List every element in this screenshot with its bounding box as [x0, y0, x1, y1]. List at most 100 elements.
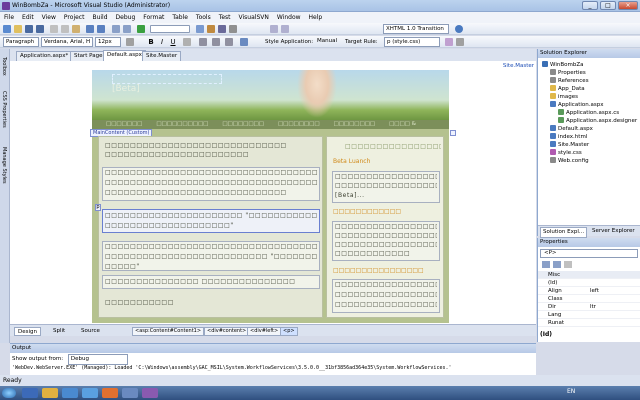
tab-start-page[interactable]: Start Page: [70, 51, 107, 61]
menu-debug[interactable]: Debug: [112, 12, 140, 23]
tag-breadcrumb[interactable]: <p>: [280, 327, 298, 336]
taskbar-app-icon[interactable]: [102, 388, 118, 398]
properties-icon[interactable]: [218, 25, 226, 33]
cut-icon[interactable]: [50, 25, 58, 33]
p-tag-marker[interactable]: p: [95, 204, 101, 211]
save-all-icon[interactable]: [36, 25, 44, 33]
doctype-dropdown[interactable]: XHTML 1.0 Transition: [383, 24, 449, 34]
menu-tools[interactable]: Tools: [192, 12, 215, 23]
nav-item[interactable]: □□□□□□□: [106, 121, 142, 127]
hyperlink-icon[interactable]: [240, 38, 248, 46]
taskbar-app-icon[interactable]: [122, 388, 138, 398]
solution-config-dropdown[interactable]: [150, 25, 190, 33]
menu-visualsvn[interactable]: VisualSVN: [235, 12, 273, 23]
validation-icon[interactable]: [455, 25, 463, 33]
property-row[interactable]: Align left: [538, 287, 640, 295]
taskbar-app-icon[interactable]: [42, 388, 58, 398]
menu-file[interactable]: File: [0, 12, 18, 23]
paste-icon[interactable]: [72, 25, 80, 33]
numbering-icon[interactable]: [225, 38, 233, 46]
toolbox-icon[interactable]: [229, 25, 237, 33]
tab-site-master[interactable]: Site.Master: [142, 51, 182, 61]
undo-icon[interactable]: [86, 25, 94, 33]
taskbar-app-icon[interactable]: [82, 388, 98, 398]
solution-item[interactable]: Web.config: [550, 157, 589, 165]
master-page-link[interactable]: Site.Master: [503, 63, 534, 69]
beta-launch-link[interactable]: Beta Luanch: [333, 158, 370, 165]
highlight-icon[interactable]: [183, 38, 191, 46]
output-source-dropdown[interactable]: Debug: [67, 354, 128, 365]
bold-icon[interactable]: B: [147, 38, 155, 46]
design-view-button[interactable]: Design: [14, 327, 41, 336]
style-application-dropdown[interactable]: Manual: [315, 37, 341, 47]
save-icon[interactable]: [25, 25, 33, 33]
format-icon-2[interactable]: [281, 25, 289, 33]
taskbar-app-icon[interactable]: [62, 388, 78, 398]
apply-style-icon[interactable]: [456, 38, 464, 46]
property-value[interactable]: left: [590, 287, 599, 295]
nav-item[interactable]: □□□□ &: [389, 121, 416, 127]
align-left-icon[interactable]: [199, 38, 207, 46]
font-color-icon[interactable]: [126, 38, 134, 46]
sidebar-column[interactable]: □□□□□□□□□□□□□□□□ Beta Luanch □□□□□□□□□□□…: [326, 136, 444, 318]
solution-item[interactable]: Application.aspx: [550, 101, 603, 109]
bullets-icon[interactable]: [212, 38, 220, 46]
source-view-button[interactable]: Source: [78, 327, 103, 336]
tag-breadcrumb[interactable]: <asp:Content#Content1>: [132, 327, 205, 336]
solution-item[interactable]: style.css: [550, 149, 582, 157]
property-row[interactable]: Misc: [538, 271, 640, 279]
menu-project[interactable]: Project: [60, 12, 89, 23]
navigate-back-icon[interactable]: [112, 25, 120, 33]
property-row[interactable]: (Id): [538, 279, 640, 287]
underline-icon[interactable]: U: [169, 38, 177, 46]
property-pages-icon[interactable]: [564, 261, 572, 268]
solution-item[interactable]: WinBombZa: [542, 61, 583, 69]
font-size-dropdown[interactable]: 12px: [95, 37, 121, 47]
split-view-button[interactable]: Split: [50, 327, 68, 336]
open-icon[interactable]: [14, 25, 22, 33]
menu-view[interactable]: View: [38, 12, 60, 23]
language-indicator[interactable]: EN: [567, 388, 575, 395]
tab-default-aspx[interactable]: Default.aspx: [103, 50, 146, 61]
nav-item[interactable]: □□□□□□□□: [222, 121, 264, 127]
taskbar-app-icon[interactable]: [142, 388, 158, 398]
tag-breadcrumb[interactable]: <div#left>: [247, 327, 282, 336]
nav-item[interactable]: □□□□□□□□: [334, 121, 376, 127]
menu-build[interactable]: Build: [88, 12, 111, 23]
solution-item[interactable]: App_Data: [550, 85, 585, 93]
solution-item[interactable]: index.html: [550, 133, 587, 141]
find-icon[interactable]: [196, 25, 204, 33]
start-button[interactable]: [2, 388, 16, 398]
menu-edit[interactable]: Edit: [18, 12, 38, 23]
block-format-dropdown[interactable]: Paragraph: [3, 37, 39, 47]
solution-explorer-tab[interactable]: Solution Expl...: [540, 227, 588, 238]
navigate-forward-icon[interactable]: [123, 25, 131, 33]
font-family-dropdown[interactable]: Verdana, Arial, H: [41, 37, 93, 47]
property-row[interactable]: Runat: [538, 319, 640, 327]
solution-item[interactable]: images: [550, 93, 578, 101]
categorized-icon[interactable]: [542, 261, 550, 268]
solution-item[interactable]: References: [550, 77, 589, 85]
sidebar-link[interactable]: □□□□□□□□□□□□: [333, 208, 401, 215]
menu-help[interactable]: Help: [305, 12, 327, 23]
solution-explorer-icon[interactable]: [207, 25, 215, 33]
maximize-button[interactable]: □: [600, 1, 616, 10]
server-explorer-tab[interactable]: Server Explorer: [592, 227, 635, 236]
manage-styles-tab[interactable]: Manage Styles: [1, 147, 7, 184]
solution-item[interactable]: Site.Master: [550, 141, 589, 149]
menu-test[interactable]: Test: [215, 12, 235, 23]
smart-tag-chevron-icon[interactable]: [450, 130, 456, 136]
format-icon[interactable]: [270, 25, 278, 33]
target-rule-dropdown[interactable]: p (style.css): [384, 37, 440, 47]
solution-item[interactable]: Application.aspx.designer: [558, 117, 637, 125]
redo-icon[interactable]: [97, 25, 105, 33]
nav-item[interactable]: □□□□□□□□□□: [156, 121, 208, 127]
properties-object-dropdown[interactable]: <P>: [540, 249, 638, 258]
close-button[interactable]: ×: [618, 1, 638, 10]
css-properties-tab[interactable]: CSS Properties: [1, 91, 7, 128]
property-row[interactable]: Dir ltr: [538, 303, 640, 311]
alphabetical-icon[interactable]: [553, 261, 561, 268]
property-row[interactable]: Class: [538, 295, 640, 303]
solution-item[interactable]: Application.aspx.cs: [558, 109, 619, 117]
menu-format[interactable]: Format: [139, 12, 168, 23]
